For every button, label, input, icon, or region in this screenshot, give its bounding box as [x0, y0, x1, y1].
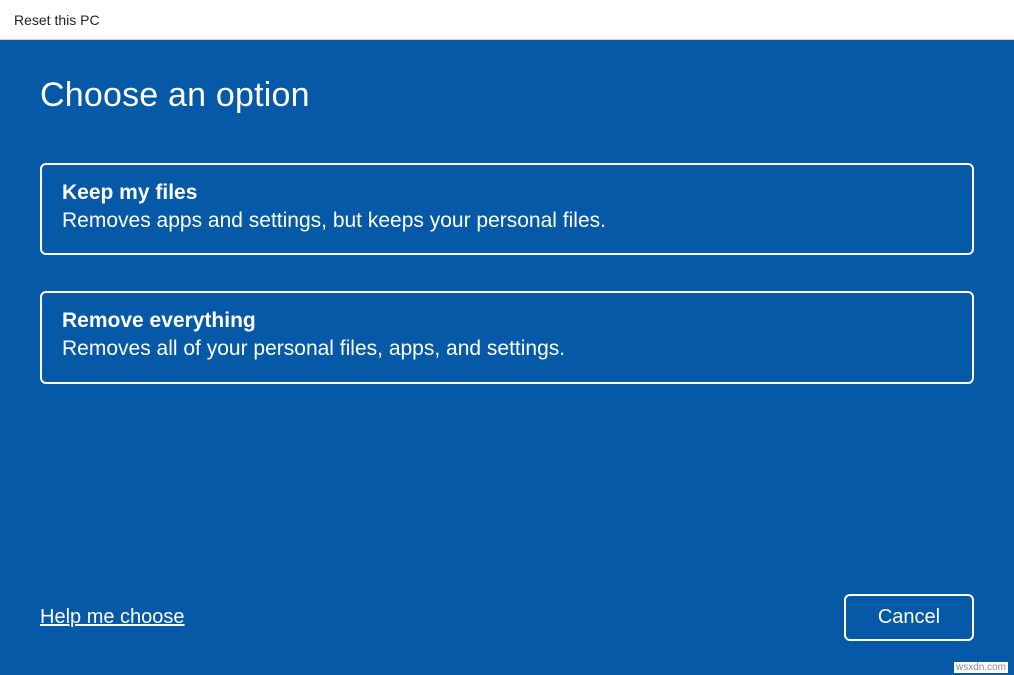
help-me-choose-link[interactable]: Help me choose: [40, 606, 185, 629]
option-title: Keep my files: [62, 181, 952, 205]
dialog-content: Choose an option Keep my files Removes a…: [0, 40, 1014, 675]
option-description: Removes apps and settings, but keeps you…: [62, 207, 952, 235]
option-description: Removes all of your personal files, apps…: [62, 335, 952, 363]
window-titlebar: Reset this PC: [0, 0, 1014, 40]
option-title: Remove everything: [62, 309, 952, 333]
option-keep-my-files[interactable]: Keep my files Removes apps and settings,…: [40, 163, 974, 255]
page-title: Choose an option: [40, 76, 974, 115]
window-title: Reset this PC: [14, 12, 100, 28]
watermark: wsxdn.com: [954, 662, 1008, 673]
cancel-button[interactable]: Cancel: [844, 594, 974, 641]
option-remove-everything[interactable]: Remove everything Removes all of your pe…: [40, 291, 974, 383]
dialog-footer: Help me choose Cancel: [40, 594, 974, 647]
